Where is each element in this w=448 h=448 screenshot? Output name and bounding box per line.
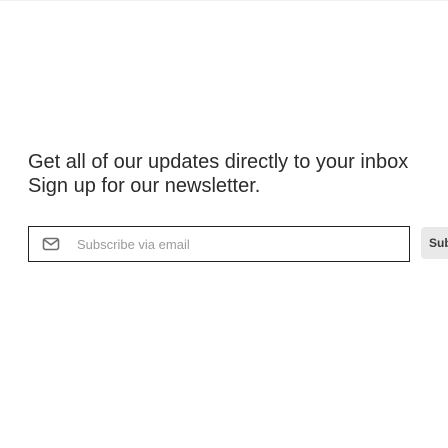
newsletter-card: Get all of our updates directly to your …: [0, 0, 448, 448]
newsletter-headline-line1: Get all of our updates directly to your …: [28, 151, 409, 173]
newsletter-form: Subscribe: [28, 226, 448, 262]
newsletter-headline-line2: Sign up for our newsletter.: [28, 175, 261, 197]
subscribe-button[interactable]: Subscribe: [421, 227, 448, 259]
email-field-container[interactable]: [28, 226, 410, 262]
email-input[interactable]: [69, 227, 397, 261]
newsletter-headline: Get all of our updates directly to your …: [28, 150, 448, 198]
card-divider: [0, 0, 448, 1]
envelope-icon: [42, 237, 60, 251]
